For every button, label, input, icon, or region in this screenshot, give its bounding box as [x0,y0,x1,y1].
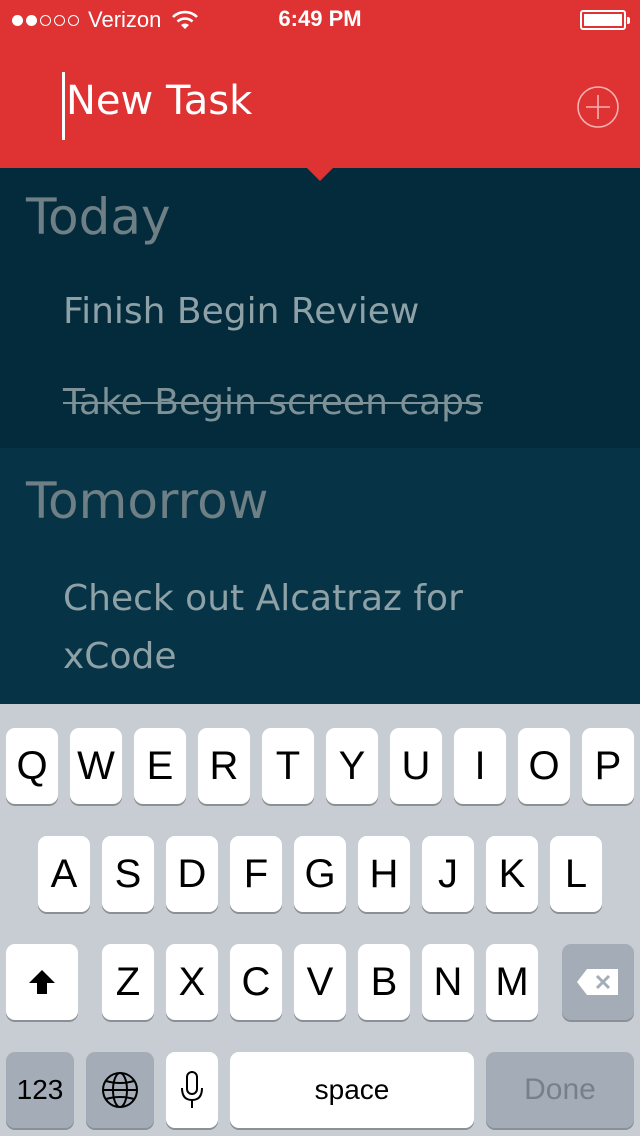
key-s[interactable]: S [102,836,154,912]
globe-icon [102,1072,138,1108]
task-text-line: xCode [63,636,177,677]
key-k[interactable]: K [486,836,538,912]
key-h[interactable]: H [358,836,410,912]
key-q[interactable]: Q [6,728,58,804]
section-title-tomorrow: Tomorrow [26,472,269,530]
dictation-key[interactable] [166,1052,218,1128]
globe-key[interactable] [86,1052,154,1128]
key-d[interactable]: D [166,836,218,912]
key-m[interactable]: M [486,944,538,1020]
key-y[interactable]: Y [326,728,378,804]
section-title-today: Today [26,188,171,246]
key-o[interactable]: O [518,728,570,804]
task-item-completed[interactable]: Take Begin screen caps [63,374,483,432]
numbers-key[interactable]: 123 [6,1052,74,1128]
task-text-line: Check out Alcatraz for [63,578,463,619]
task-item[interactable]: Check out Alcatraz for xCode [63,570,463,686]
backspace-icon [577,969,618,995]
shift-key[interactable] [6,944,78,1020]
key-u[interactable]: U [390,728,442,804]
key-z[interactable]: Z [102,944,154,1020]
key-c[interactable]: C [230,944,282,1020]
battery-icon [580,10,630,30]
key-j[interactable]: J [422,836,474,912]
status-time: 6:49 PM [278,6,362,31]
header-pointer [307,168,333,181]
key-g[interactable]: G [294,836,346,912]
key-v[interactable]: V [294,944,346,1020]
text-cursor [62,72,65,140]
task-header: New Task [0,40,640,168]
add-task-button[interactable] [576,85,620,129]
section-tomorrow: Tomorrow Check out Alcatraz for xCode [0,448,640,704]
key-a[interactable]: A [38,836,90,912]
task-item[interactable]: Finish Begin Review [63,283,419,341]
space-key[interactable]: space [230,1052,474,1128]
key-l[interactable]: L [550,836,602,912]
shift-arrow-icon [29,970,55,994]
key-w[interactable]: W [70,728,122,804]
key-n[interactable]: N [422,944,474,1020]
key-b[interactable]: B [358,944,410,1020]
key-e[interactable]: E [134,728,186,804]
key-p[interactable]: P [582,728,634,804]
status-bar: Verizon 6:49 PM [0,0,640,40]
done-key[interactable]: Done [486,1052,634,1128]
keyboard: Q W E R T Y U I O P A S D F G H J K L Z … [0,704,640,1136]
new-task-input[interactable]: New Task [66,78,252,124]
section-today: Today Finish Begin Review Take Begin scr… [0,168,640,448]
key-f[interactable]: F [230,836,282,912]
key-r[interactable]: R [198,728,250,804]
delete-key[interactable] [562,944,634,1020]
key-i[interactable]: I [454,728,506,804]
key-t[interactable]: T [262,728,314,804]
microphone-icon [181,1071,203,1108]
key-x[interactable]: X [166,944,218,1020]
